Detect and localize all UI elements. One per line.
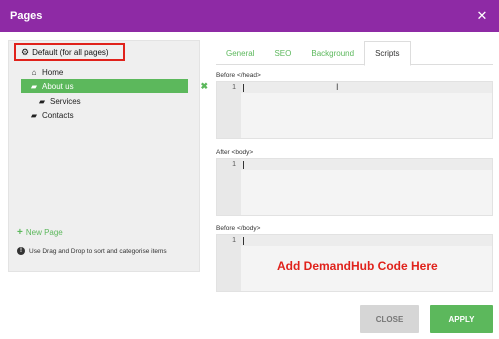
before-head-label: Before </head>: [216, 72, 261, 79]
active-line: [241, 82, 492, 93]
before-body-close-label: Before </body>: [216, 225, 261, 232]
default-pages-label: Default (for all pages): [32, 47, 109, 57]
tab-general[interactable]: General: [216, 41, 264, 65]
sidebar-item-label: Home: [42, 67, 64, 77]
ibeam-cursor-icon: I: [336, 82, 339, 92]
line-gutter: 1: [217, 235, 241, 291]
close-icon[interactable]: ✕: [475, 8, 489, 23]
plus-icon: +: [17, 227, 23, 238]
sidebar-item-about-us[interactable]: ▰ About us ✖: [21, 79, 208, 93]
sidebar-item-home[interactable]: ⌂ Home: [21, 65, 64, 79]
apply-button[interactable]: APPLY: [430, 305, 493, 333]
new-page-button[interactable]: + New Page: [17, 227, 63, 238]
default-pages-item[interactable]: ⚙ Default (for all pages): [14, 43, 125, 61]
info-icon: !: [17, 247, 25, 255]
new-page-label: New Page: [25, 228, 63, 237]
tab-seo[interactable]: SEO: [264, 41, 301, 65]
home-icon: ⌂: [31, 67, 37, 77]
gear-icon: ⚙: [21, 46, 30, 57]
folder-open-icon: ▰: [38, 96, 46, 106]
after-body-editor[interactable]: 1: [216, 158, 493, 216]
line-gutter: 1: [217, 159, 241, 215]
dialog-footer: CLOSE APPLY: [0, 300, 499, 339]
text-cursor: [243, 84, 244, 92]
text-cursor: [243, 237, 244, 245]
close-button[interactable]: CLOSE: [360, 305, 419, 333]
after-body-label: After <body>: [216, 149, 254, 156]
drag-drop-hint: ! Use Drag and Drop to sort and categori…: [17, 247, 167, 256]
folder-open-icon: ▰: [30, 81, 38, 91]
line-number: 1: [232, 237, 236, 244]
before-body-close-editor[interactable]: 1 Add DemandHub Code Here: [216, 234, 493, 292]
sidebar-item-label: About us: [42, 81, 74, 91]
tab-background[interactable]: Background: [301, 41, 364, 65]
line-number: 1: [232, 84, 236, 91]
tab-scripts[interactable]: Scripts: [364, 41, 411, 66]
sidebar-item-label: Contacts: [42, 110, 74, 120]
sidebar-item-contacts[interactable]: ▰ Contacts: [21, 108, 74, 122]
sidebar-item-label: Services: [50, 96, 81, 106]
active-line: [241, 159, 492, 170]
folder-open-icon: ▰: [30, 110, 38, 120]
line-gutter: 1: [217, 82, 241, 138]
sidebar-item-services[interactable]: ▰ Services: [29, 94, 81, 108]
line-number: 1: [232, 161, 236, 168]
settings-tabs: General SEO Background Scripts: [216, 41, 493, 66]
pages-sidebar: ⚙ Default (for all pages) ⌂ Home ▰ About…: [8, 40, 208, 272]
dialog-title: Pages: [10, 10, 43, 22]
active-line: [241, 235, 492, 246]
pages-dialog: ⚙ Default (for all pages) ⌂ Home ▰ About…: [0, 32, 499, 339]
text-cursor: [243, 161, 244, 169]
before-head-editor[interactable]: 1 I: [216, 81, 493, 139]
dialog-titlebar: Pages ✕: [0, 0, 499, 32]
hint-text: Use Drag and Drop to sort and categorise…: [29, 248, 167, 255]
demandhub-annotation: Add DemandHub Code Here: [277, 259, 438, 273]
delete-icon[interactable]: ✖: [200, 81, 208, 92]
